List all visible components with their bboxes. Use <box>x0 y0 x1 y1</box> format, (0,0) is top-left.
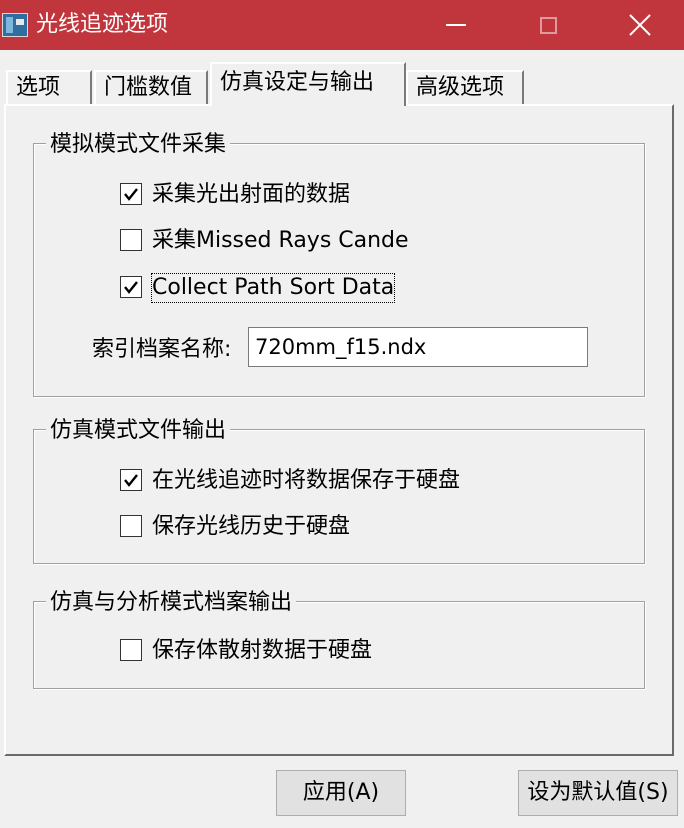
checkbox-box[interactable] <box>120 515 142 537</box>
checkbox-label: Collect Path Sort Data <box>150 273 396 303</box>
checkbox-box[interactable] <box>120 276 142 298</box>
minimize-icon <box>446 24 466 26</box>
checkbox-box[interactable] <box>120 183 142 205</box>
checkbox-box[interactable] <box>120 469 142 491</box>
group-sim-file-output-title: 仿真模式文件输出 <box>46 417 231 445</box>
apply-button[interactable]: 应用(A) <box>276 770 406 816</box>
minimize-button[interactable] <box>410 0 502 50</box>
index-file-input[interactable] <box>248 327 588 367</box>
checkmark-icon <box>124 474 138 487</box>
checkbox-box[interactable] <box>120 639 142 661</box>
window-title: 光线追迹选项 <box>36 12 169 37</box>
index-file-label: 索引档案名称: <box>92 337 232 362</box>
close-button[interactable] <box>594 0 684 50</box>
tab-advanced-options[interactable]: 高级选项 <box>406 70 524 104</box>
checkbox-label: 保存体散射数据于硬盘 <box>152 638 373 663</box>
tab-threshold-values[interactable]: 门槛数值 <box>94 70 208 104</box>
maximize-icon <box>539 16 557 34</box>
group-sim-file-output <box>33 429 645 564</box>
checkbox-label: 在光线追迹时将数据保存于硬盘 <box>152 468 461 493</box>
checkbox-label: 保存光线历史于硬盘 <box>152 514 351 539</box>
set-default-button[interactable]: 设为默认值(S) <box>518 770 678 816</box>
group-sim-file-collect-title: 模拟模式文件采集 <box>46 131 231 159</box>
checkbox-label: 采集光出射面的数据 <box>152 182 351 207</box>
maximize-button <box>502 0 594 50</box>
tab-simulation-settings-output[interactable]: 仿真设定与输出 <box>210 62 406 106</box>
tab-strip: 选项 门槛数值 仿真设定与输出 高级选项 <box>0 62 684 106</box>
app-icon <box>2 13 28 37</box>
close-icon <box>629 14 651 36</box>
checkmark-icon <box>124 281 138 294</box>
checkbox-label: 采集Missed Rays Cande <box>152 228 409 253</box>
tab-options[interactable]: 选项 <box>6 70 92 104</box>
checkbox-box[interactable] <box>120 229 142 251</box>
title-bar: 光线追迹选项 <box>0 0 684 50</box>
checkmark-icon <box>124 188 138 201</box>
group-analysis-output-title: 仿真与分析模式档案输出 <box>46 589 297 617</box>
